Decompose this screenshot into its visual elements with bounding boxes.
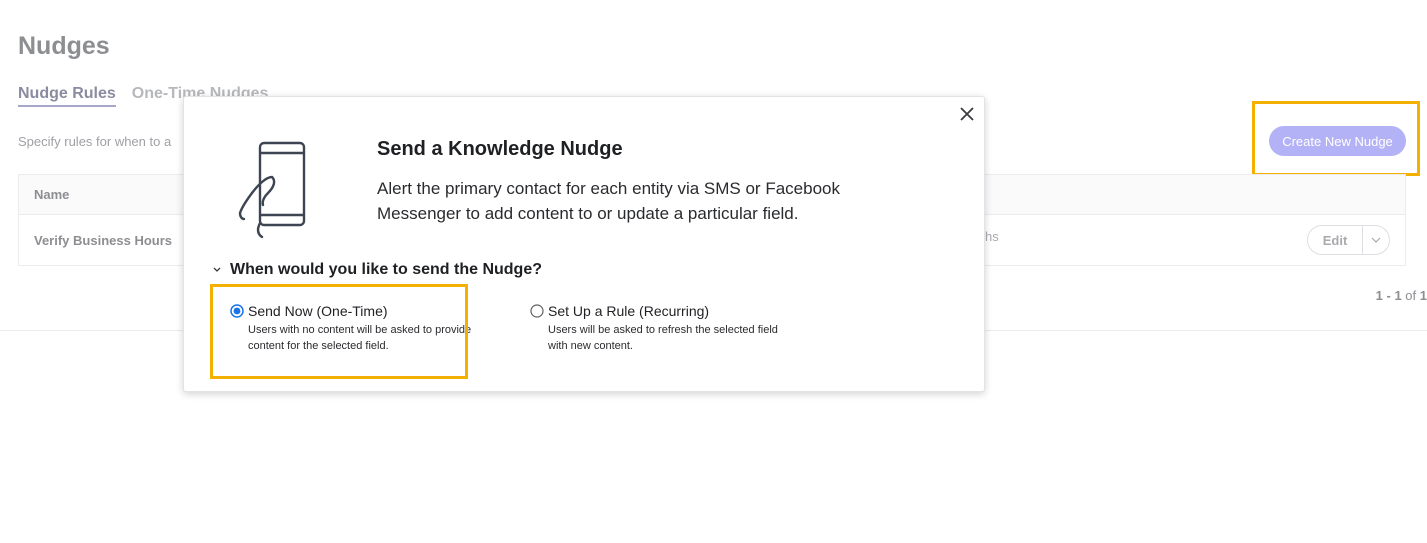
chevron-down-icon — [1371, 237, 1381, 243]
page-title: Nudges — [18, 32, 110, 60]
pagination: 1 - 1 of 1 — [1376, 288, 1427, 303]
pagination-of: of — [1405, 288, 1417, 303]
modal-title: Send a Knowledge Nudge — [377, 138, 623, 160]
pagination-total: 1 — [1419, 288, 1427, 303]
pagination-range: 1 - 1 — [1375, 288, 1402, 303]
option-set-up-rule-title: Set Up a Rule (Recurring) — [548, 303, 710, 319]
row-actions: Edit — [1307, 225, 1390, 255]
row-name: Verify Business Hours — [34, 232, 172, 248]
question-section-toggle[interactable]: When would you like to send the Nudge? — [212, 261, 542, 279]
option-set-up-rule[interactable]: Set Up a Rule (Recurring) Users will be … — [530, 303, 778, 354]
column-header-name: Name — [34, 187, 70, 202]
radio-unselected[interactable] — [530, 304, 544, 318]
option-send-now-subtitle: Users with no content will be asked to p… — [248, 324, 472, 352]
question-label: When would you like to send the Nudge? — [230, 261, 542, 278]
phone-in-hand-icon — [238, 141, 306, 239]
edit-button[interactable]: Edit — [1308, 226, 1363, 254]
chevron-down-icon — [213, 267, 221, 272]
more-actions-button[interactable] — [1363, 226, 1389, 254]
close-icon[interactable] — [958, 105, 976, 123]
option-send-now[interactable]: Send Now (One-Time) Users with no conten… — [230, 303, 478, 354]
page-description: Specify rules for when to a — [18, 134, 172, 149]
create-new-nudge-button[interactable]: Create New Nudge — [1269, 126, 1406, 156]
row-trailing-text: hs — [985, 229, 999, 244]
radio-selected[interactable] — [230, 304, 244, 318]
nudges-page: Nudges Nudge Rules One-Time Nudges Speci… — [0, 0, 1427, 543]
option-set-up-rule-subtitle: Users will be asked to refresh the selec… — [548, 324, 778, 352]
send-nudge-modal: Send a Knowledge Nudge Alert the primary… — [183, 96, 985, 392]
modal-description: Alert the primary contact for each entit… — [377, 179, 840, 223]
tab-nudge-rules[interactable]: Nudge Rules — [18, 85, 116, 107]
option-send-now-title: Send Now (One-Time) — [248, 303, 388, 319]
